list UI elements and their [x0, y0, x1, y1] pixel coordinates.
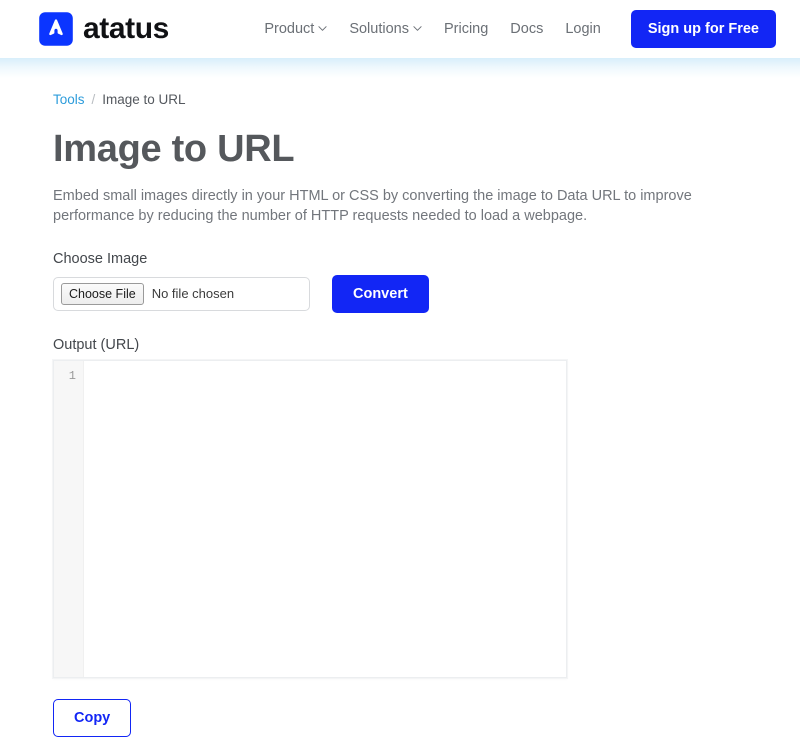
brand-logo-link[interactable]: atatus: [38, 11, 169, 47]
nav-item-product-label: Product: [264, 21, 315, 37]
output-code-text[interactable]: [84, 360, 566, 677]
convert-button[interactable]: Convert: [332, 274, 429, 313]
choose-image-label: Choose Image: [53, 250, 148, 267]
output-code-editor[interactable]: 1: [53, 359, 567, 678]
chevron-down-icon: [318, 24, 327, 33]
nav-item-docs[interactable]: Docs: [510, 21, 543, 37]
copy-button[interactable]: Copy: [53, 698, 132, 737]
file-status-text: No file chosen: [151, 286, 235, 302]
breadcrumb-current: Image to URL: [102, 92, 186, 107]
breadcrumb-link-tools[interactable]: Tools: [53, 92, 85, 107]
nav-item-solutions[interactable]: Solutions: [349, 21, 422, 37]
nav-item-solutions-label: Solutions: [349, 21, 409, 37]
choose-file-button[interactable]: Choose File: [61, 282, 144, 306]
atatus-arrow-logo-icon: [38, 11, 74, 47]
breadcrumb-separator: /: [91, 92, 96, 107]
gutter-line-number: 1: [68, 368, 76, 383]
site-header: atatus Product Solutions Pricing Docs Lo…: [0, 0, 800, 58]
nav-item-product[interactable]: Product: [264, 21, 327, 37]
page-description: Embed small images directly in your HTML…: [53, 187, 692, 225]
main-navigation: Product Solutions Pricing Docs Login Sig…: [264, 10, 776, 48]
chevron-down-icon: [413, 24, 422, 33]
nav-item-pricing[interactable]: Pricing: [444, 21, 488, 37]
page-title: Image to URL: [53, 128, 295, 170]
signup-button[interactable]: Sign up for Free: [630, 10, 776, 48]
editor-gutter: 1: [54, 360, 84, 677]
brand-name: atatus: [83, 12, 169, 45]
image-file-input[interactable]: Choose File No file chosen: [53, 276, 310, 311]
page-content: Tools / Image to URL Image to URL Embed …: [0, 78, 800, 737]
nav-item-login[interactable]: Login: [565, 21, 600, 37]
header-gradient-strip: [0, 58, 800, 78]
output-url-label: Output (URL): [53, 336, 140, 353]
breadcrumb: Tools / Image to URL: [53, 92, 770, 107]
upload-row: Choose File No file chosen Convert: [53, 274, 770, 313]
